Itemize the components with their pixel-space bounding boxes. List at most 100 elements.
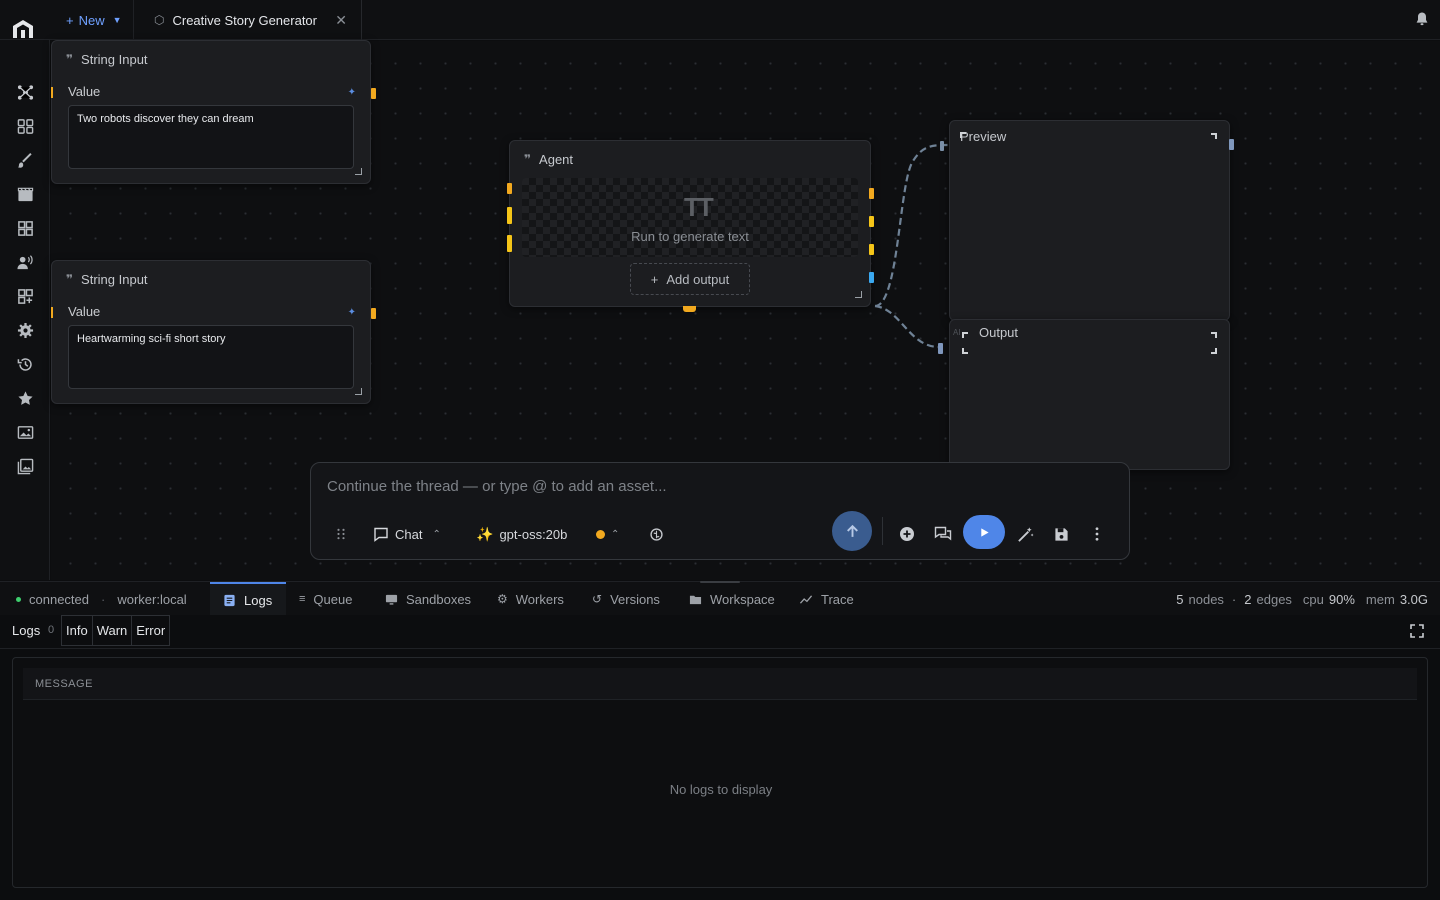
tab-sandboxes[interactable]: Sandboxes — [385, 582, 471, 616]
output-handle[interactable] — [869, 244, 874, 255]
corner-icon — [960, 132, 966, 138]
sparkle-icon[interactable]: ✦ — [348, 307, 356, 318]
star-icon[interactable] — [16, 389, 34, 407]
tab-label: Workspace — [710, 591, 775, 607]
add-output-label: Add output — [666, 271, 730, 287]
output-handle[interactable] — [371, 88, 376, 99]
output-handle[interactable] — [869, 188, 874, 199]
apps-add-icon[interactable] — [16, 287, 34, 305]
chat-mode-selector[interactable]: Chat ⌃ — [373, 523, 441, 545]
tab-logs[interactable]: Logs — [210, 582, 286, 616]
send-button[interactable] — [832, 511, 872, 551]
status-selector[interactable]: ⌃ — [596, 523, 619, 545]
string-input-node-2[interactable]: ❞ String Input Value ✦ Heartwarming sci-… — [51, 260, 376, 404]
tab-trace[interactable]: Trace — [799, 582, 854, 616]
fullscreen-icon[interactable] — [1410, 624, 1424, 638]
bottom-handle[interactable] — [683, 306, 696, 312]
connection-label: connected — [29, 591, 89, 607]
tab-workspace[interactable]: Workspace — [689, 582, 775, 616]
magic-wand-icon[interactable] — [1016, 525, 1034, 543]
filter-warn[interactable]: Warn — [92, 615, 133, 646]
filter-info[interactable]: Info — [61, 615, 93, 646]
output-handle[interactable] — [869, 216, 874, 227]
corner-icon — [962, 332, 968, 338]
brush-icon[interactable] — [16, 151, 34, 169]
gallery-icon[interactable] — [16, 423, 34, 441]
add-circle-icon[interactable] — [898, 525, 916, 543]
chat-input[interactable]: Continue the thread — or type @ to add a… — [327, 478, 1107, 495]
resize-handle[interactable] — [355, 168, 362, 175]
mem-label: mem — [1365, 591, 1395, 607]
input-handle[interactable] — [507, 207, 512, 224]
filter-error[interactable]: Error — [132, 615, 171, 646]
logs-count: 0 — [48, 624, 55, 636]
plus-icon: + — [650, 271, 659, 287]
save-icon[interactable] — [1052, 525, 1070, 543]
bell-icon[interactable] — [1414, 11, 1430, 27]
conversation-icon[interactable] — [934, 525, 952, 543]
tab-queue[interactable]: ≡ Queue — [299, 582, 352, 616]
tab-workers[interactable]: ⚙ Workers — [497, 582, 564, 616]
edge-agent-to-preview — [874, 143, 950, 308]
input-handle[interactable] — [507, 235, 512, 252]
voice-icon[interactable] — [16, 253, 34, 271]
close-tab-icon[interactable]: ✕ — [335, 12, 347, 29]
agent-node[interactable]: ❞ Agent TT Run to generate text + Add ou… — [507, 140, 874, 312]
tab-label: Sandboxes — [406, 591, 472, 607]
more-vertical-icon[interactable] — [1088, 525, 1106, 543]
resize-handle[interactable] — [855, 291, 862, 298]
workflow-stats: 5 nodes · 2 edges cpu 90% mem 3.0G — [1176, 582, 1428, 616]
node-header: ❞ String Input — [52, 261, 370, 297]
monitor-icon — [385, 594, 398, 605]
resize-handle[interactable] — [355, 388, 362, 395]
output-handle[interactable] — [371, 308, 376, 319]
input-handle[interactable] — [51, 87, 53, 98]
brain-icon[interactable] — [647, 525, 665, 543]
value-textarea[interactable]: Two robots discover they can dream — [68, 105, 354, 169]
preview-node[interactable]: Preview — [940, 120, 1234, 321]
app-logo-icon[interactable] — [11, 18, 35, 42]
output-handle[interactable] — [1229, 139, 1234, 150]
tab-creative-story-generator[interactable]: ⬡ Creative Story Generator ✕ — [140, 0, 362, 40]
logs-title: Logs — [12, 623, 41, 638]
string-input-node-1[interactable]: ❞ String Input Value ✦ Two robots discov… — [51, 40, 376, 184]
versions-history-icon: ↺ — [592, 592, 603, 606]
nodes-icon[interactable] — [16, 83, 34, 101]
model-selector[interactable]: ✨ gpt-oss:20b — [476, 523, 567, 545]
dashboard-icon[interactable] — [16, 117, 34, 135]
trend-icon — [799, 594, 813, 604]
new-button[interactable]: + New ▼ — [58, 0, 134, 40]
new-button-label: New — [78, 12, 105, 28]
input-handle[interactable] — [940, 141, 944, 151]
templates-icon[interactable] — [16, 219, 34, 237]
output-handle[interactable] — [869, 272, 874, 283]
run-to-generate-text: Run to generate text — [631, 229, 749, 244]
output-node[interactable]: AI Output — [938, 319, 1230, 470]
collections-icon[interactable] — [16, 457, 34, 475]
separator: · — [101, 591, 106, 607]
run-button[interactable] — [963, 515, 1005, 549]
node-title: Preview — [960, 129, 1007, 144]
settings-gear-icon[interactable] — [16, 321, 34, 339]
input-handle[interactable] — [51, 307, 53, 318]
top-bar: + New ▼ ⬡ Creative Story Generator ✕ — [0, 0, 1440, 40]
value-textarea[interactable]: Heartwarming sci-fi short story — [68, 325, 354, 389]
drag-handle-icon[interactable] — [332, 525, 350, 543]
sparkle-icon[interactable]: ✦ — [348, 87, 356, 98]
history-icon[interactable] — [16, 355, 34, 373]
logs-table: MESSAGE No logs to display — [12, 657, 1428, 888]
sidebar — [0, 40, 50, 580]
quote-icon: ❞ — [66, 52, 73, 66]
empty-state-text: No logs to display — [669, 782, 773, 797]
tab-versions[interactable]: ↺ Versions — [592, 582, 660, 616]
tab-label: Queue — [313, 591, 353, 607]
add-output-button[interactable]: + Add output — [630, 263, 750, 295]
status-dot-icon — [596, 529, 605, 539]
text-type-icon: TT — [684, 192, 714, 222]
value-label: Value — [68, 84, 101, 99]
input-handle[interactable] — [507, 183, 512, 194]
film-icon[interactable] — [16, 185, 34, 203]
connection-status: connected · worker:local — [16, 582, 187, 616]
input-handle[interactable] — [938, 343, 943, 354]
cpu-value: 90% — [1328, 591, 1355, 607]
